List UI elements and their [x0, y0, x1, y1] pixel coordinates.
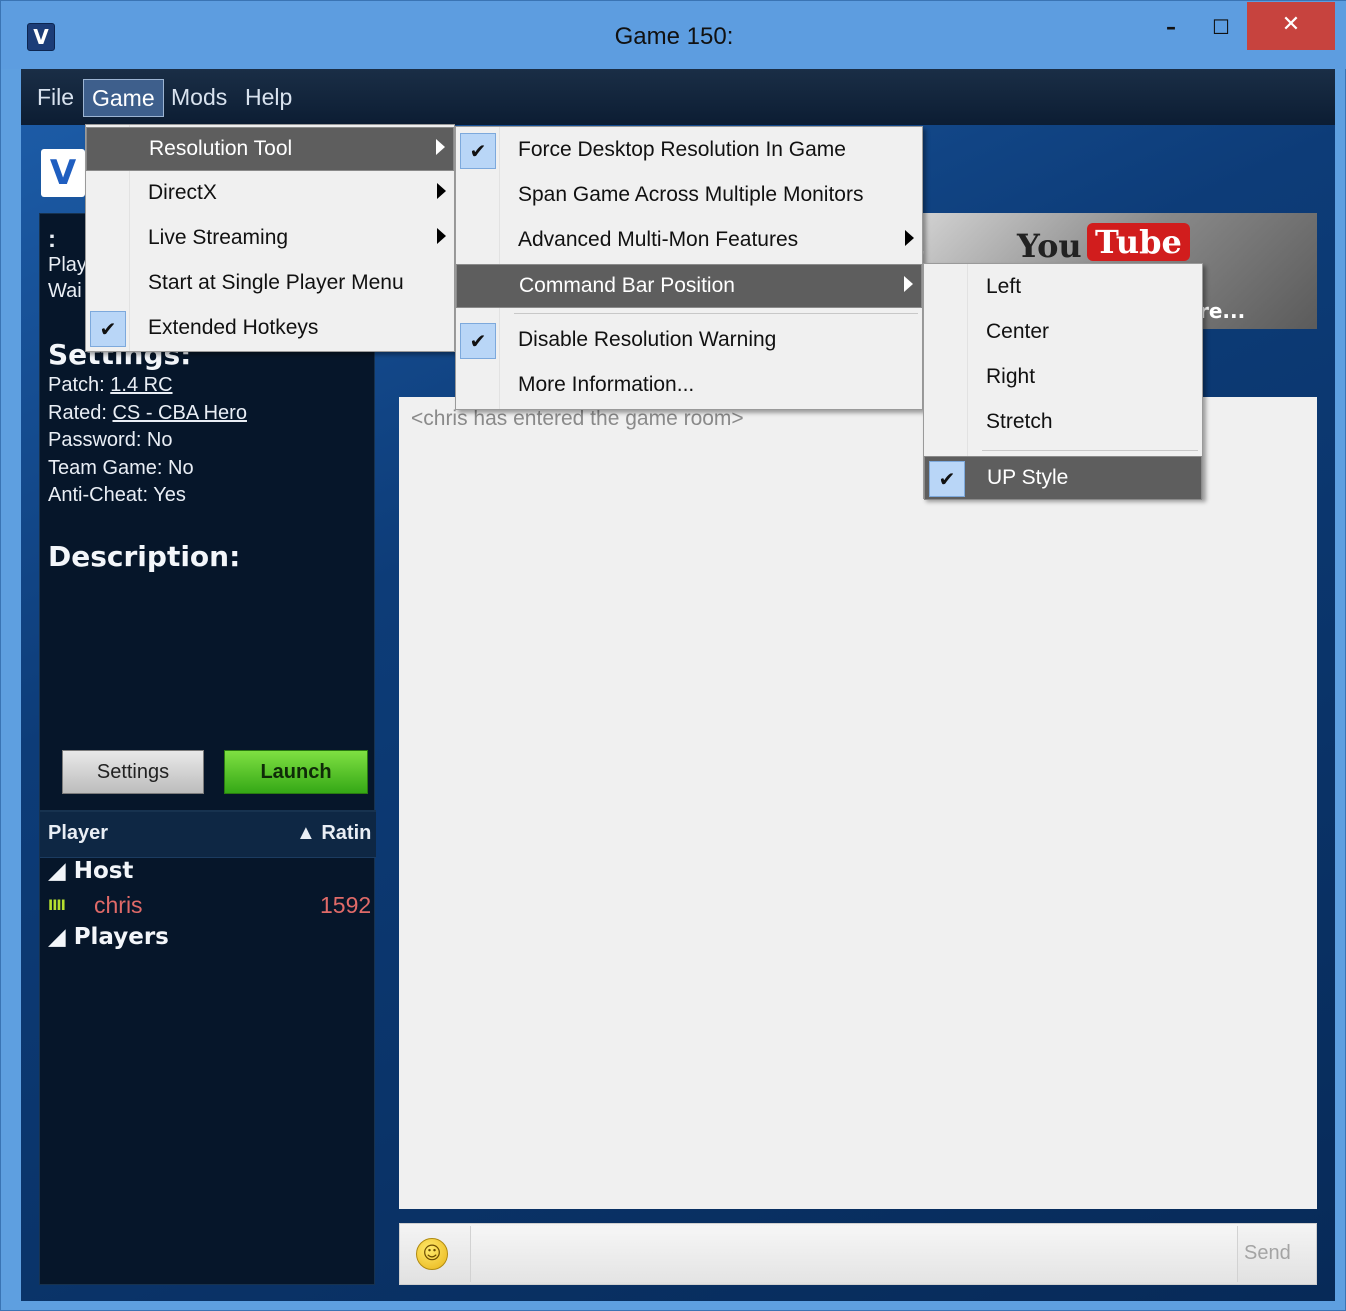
players-line: Play: [48, 254, 87, 276]
banner-more-text: re...: [1199, 299, 1246, 323]
connection-signal-icon: IIII: [48, 898, 66, 914]
submenu-arrow-icon: [905, 230, 914, 246]
menu-help[interactable]: Help: [237, 79, 300, 117]
host-group-toggle[interactable]: ◢ Host: [48, 858, 133, 884]
menu-item-more-information[interactable]: More Information...: [456, 364, 922, 408]
player-name: chris: [94, 892, 143, 918]
send-button[interactable]: Send: [1244, 1242, 1291, 1265]
menu-item-label: Command Bar Position: [519, 274, 735, 297]
menu-item-label: Disable Resolution Warning: [518, 328, 777, 351]
chat-input-bar: ☺ Send: [399, 1223, 1317, 1285]
player-column-header[interactable]: Player: [48, 822, 108, 845]
players-group-toggle[interactable]: ◢ Players: [48, 924, 169, 950]
menu-item-up-style[interactable]: ✔ UP Style: [924, 456, 1202, 500]
checkmark-icon: ✔: [460, 323, 496, 359]
submenu-arrow-icon: [436, 139, 445, 155]
rated-line: Rated: CS - CBA Hero: [48, 402, 247, 425]
menu-item-advanced-multi-mon[interactable]: Advanced Multi-Mon Features: [456, 219, 922, 263]
chat-log: <chris has entered the game room>: [399, 397, 1317, 1209]
menu-item-label: Extended Hotkeys: [148, 316, 319, 339]
submenu-arrow-icon: [437, 183, 446, 199]
menu-item-label: Left: [986, 275, 1022, 298]
patch-line: Patch: 1.4 RC: [48, 374, 173, 397]
close-button[interactable]: ✕: [1247, 2, 1335, 50]
team-game-line: Team Game: No: [48, 457, 194, 479]
menu-item-span-monitors[interactable]: Span Game Across Multiple Monitors: [456, 174, 922, 218]
app-window: V Game 150: – ☐ ✕ File Game Mods Help V …: [0, 0, 1346, 1311]
checkmark-icon: ✔: [929, 461, 965, 497]
menu-item-directx[interactable]: DirectX: [86, 172, 454, 216]
menu-item-command-bar-position[interactable]: Command Bar Position: [456, 264, 922, 308]
menu-item-label: Stretch: [986, 410, 1053, 433]
menu-item-label: Advanced Multi-Mon Features: [518, 228, 799, 251]
maximize-button[interactable]: ☐: [1201, 7, 1241, 47]
chat-input[interactable]: [470, 1226, 1238, 1282]
player-rating: 1592: [320, 892, 372, 918]
menu-item-label: Start at Single Player Menu: [148, 271, 404, 294]
menu-item-label: UP Style: [987, 466, 1069, 489]
menu-item-label: Span Game Across Multiple Monitors: [518, 183, 864, 206]
menu-item-right[interactable]: Right: [924, 356, 1202, 400]
waiting-line: Wai: [48, 280, 82, 302]
checkmark-icon: ✔: [460, 133, 496, 169]
menu-item-label: DirectX: [148, 181, 217, 204]
launch-button[interactable]: Launch: [224, 750, 368, 794]
anti-cheat-line: Anti-Cheat: Yes: [48, 484, 186, 506]
game-info-panel: : Play Wai Settings: Patch: 1.4 RC Rated…: [39, 213, 376, 1285]
game-name-line: :: [48, 226, 56, 253]
emoticon-picker-icon[interactable]: ☺: [416, 1238, 448, 1270]
title-bar[interactable]: V Game 150: – ☐ ✕: [1, 1, 1346, 69]
menu-item-live-streaming[interactable]: Live Streaming: [86, 217, 454, 261]
menu-separator: [514, 313, 918, 314]
chat-message: <chris has entered the game room>: [411, 407, 744, 430]
settings-button[interactable]: Settings: [62, 750, 204, 794]
window-title: Game 150:: [614, 23, 734, 50]
menu-item-label: Resolution Tool: [149, 137, 293, 160]
menu-item-center[interactable]: Center: [924, 311, 1202, 355]
menu-item-label: Live Streaming: [148, 226, 289, 249]
youtube-you-text: You: [1017, 227, 1082, 265]
player-row[interactable]: IIII chris 1592: [40, 890, 376, 922]
voobly-logo-icon: V: [41, 149, 85, 197]
menu-item-start-single-player[interactable]: Start at Single Player Menu: [86, 262, 454, 306]
password-line: Password: No: [48, 429, 173, 451]
menu-item-stretch[interactable]: Stretch: [924, 401, 1202, 445]
menu-item-force-desktop-resolution[interactable]: ✔ Force Desktop Resolution In Game: [456, 129, 922, 173]
menu-item-disable-resolution-warning[interactable]: ✔ Disable Resolution Warning: [456, 319, 922, 363]
submenu-arrow-icon: [904, 276, 913, 292]
menu-item-left[interactable]: Left: [924, 266, 1202, 310]
menu-item-label: Force Desktop Resolution In Game: [518, 138, 846, 161]
game-menu: Resolution Tool DirectX Live Streaming S…: [85, 124, 455, 352]
rated-link[interactable]: CS - CBA Hero: [112, 402, 246, 424]
youtube-tube-logo: Tube: [1087, 223, 1190, 261]
description-heading: Description:: [48, 540, 241, 573]
checkmark-icon: ✔: [90, 311, 126, 347]
menu-file[interactable]: File: [29, 79, 82, 117]
patch-label: Patch:: [48, 374, 111, 396]
resolution-tool-submenu: ✔ Force Desktop Resolution In Game Span …: [455, 126, 923, 410]
menu-item-extended-hotkeys[interactable]: ✔ Extended Hotkeys: [86, 307, 454, 351]
menu-item-label: Right: [986, 365, 1036, 388]
minimize-button[interactable]: –: [1151, 7, 1191, 47]
player-list-header: Player ▲ Ratin: [40, 812, 376, 858]
menu-game[interactable]: Game: [83, 79, 164, 117]
command-bar-position-submenu: Left Center Right Stretch ✔ UP Style: [923, 263, 1203, 500]
rating-column-header[interactable]: ▲ Ratin: [296, 822, 371, 845]
menu-item-resolution-tool[interactable]: Resolution Tool: [86, 127, 454, 171]
submenu-arrow-icon: [437, 228, 446, 244]
patch-link[interactable]: 1.4 RC: [110, 374, 172, 396]
menu-separator: [982, 450, 1198, 451]
menu-item-label: More Information...: [518, 373, 695, 396]
menu-item-label: Center: [986, 320, 1050, 343]
menu-bar: File Game Mods Help: [21, 69, 1335, 125]
menu-mods[interactable]: Mods: [163, 79, 235, 117]
rated-label: Rated:: [48, 402, 113, 424]
